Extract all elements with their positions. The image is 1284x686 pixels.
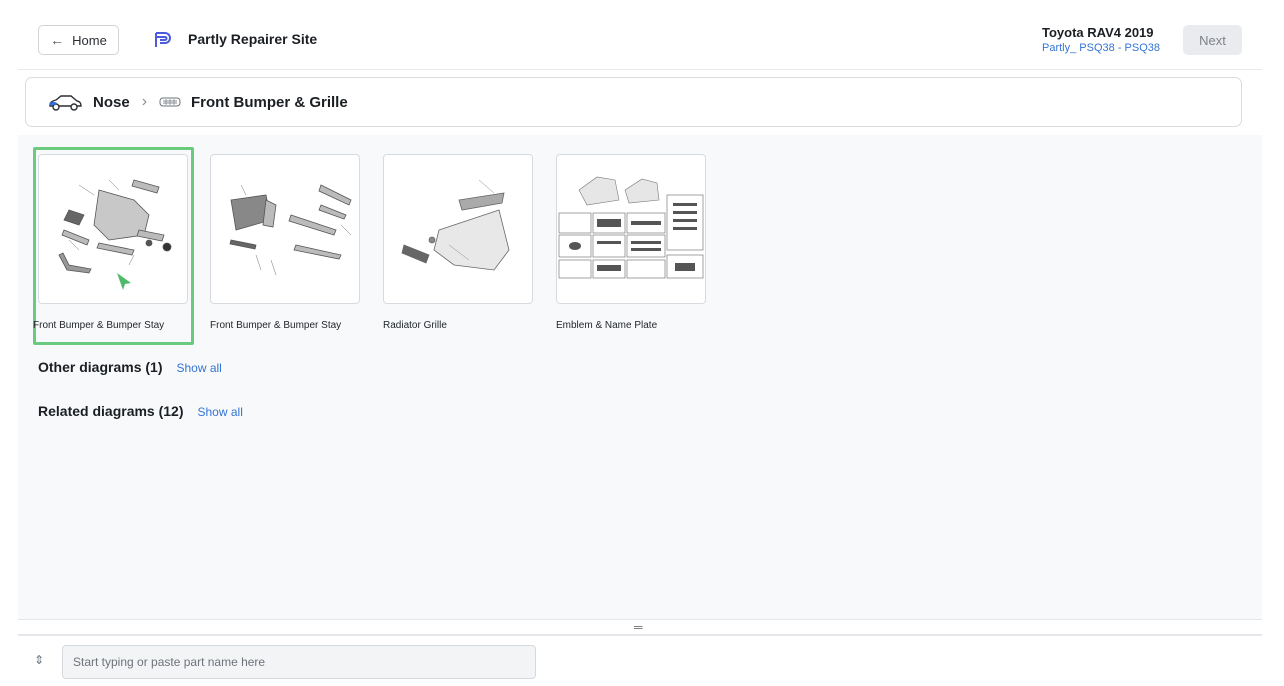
emblem-diagram-image — [558, 176, 704, 279]
expand-collapse-icon[interactable]: ⇕ — [34, 653, 44, 667]
arrow-left-icon: ← — [50, 32, 65, 48]
grille-icon — [159, 97, 181, 107]
partly-logo-icon — [155, 32, 171, 47]
bumper-stay-diagram-image — [229, 184, 352, 276]
divider — [18, 634, 1262, 636]
car-icon — [48, 95, 82, 111]
bumper-diagram-image — [58, 179, 172, 290]
diagram-label: Front Bumper & Bumper Stay — [33, 320, 165, 331]
diagram-panel: Front Bumper & Bumper Stay Front Bumper … — [18, 135, 1262, 620]
other-diagrams-section: Other diagrams (1) Show all — [38, 359, 222, 375]
diagram-thumbnail — [383, 154, 533, 304]
diagram-thumbnail — [38, 154, 188, 304]
next-button[interactable]: Next — [1183, 25, 1242, 55]
brand-name: Partly Repairer Site — [188, 31, 318, 47]
breadcrumb: Nose › Front Bumper & Grille — [25, 77, 1242, 127]
other-diagrams-title: Other diagrams (1) — [38, 359, 163, 375]
diagram-card[interactable]: Front Bumper & Bumper Stay — [33, 154, 191, 331]
chevron-right-icon: › — [141, 93, 148, 110]
related-diagrams-section: Related diagrams (12) Show all — [38, 403, 243, 419]
diagram-card[interactable]: Emblem & Name Plate — [556, 154, 709, 331]
diagram-card[interactable]: Front Bumper & Bumper Stay — [210, 154, 363, 331]
brand: Partly Repairer Site — [154, 29, 317, 49]
panel-resize-handle[interactable]: ═ — [0, 619, 1284, 635]
vehicle-subtitle[interactable]: Partly_ PSQ38 - PSQ38 — [1042, 42, 1160, 54]
related-diagrams-title: Related diagrams (12) — [38, 403, 184, 419]
diagram-card[interactable]: Radiator Grille — [383, 154, 536, 331]
breadcrumb-label: Front Bumper & Grille — [191, 93, 348, 111]
diagram-label: Emblem & Name Plate — [556, 320, 658, 331]
breadcrumb-item-nose[interactable]: Nose — [47, 93, 130, 111]
other-diagrams-show-all-link[interactable]: Show all — [176, 361, 221, 375]
diagram-label: Front Bumper & Bumper Stay — [210, 320, 342, 331]
vehicle-title: Toyota RAV4 2019 — [1042, 25, 1154, 40]
diagram-thumbnail — [210, 154, 360, 304]
search-bar: ⇕ — [0, 645, 1284, 679]
related-diagrams-show-all-link[interactable]: Show all — [198, 405, 243, 419]
vehicle-info: Toyota RAV4 2019 Partly_ PSQ38 - PSQ38 — [1042, 25, 1160, 54]
breadcrumb-item-front-bumper[interactable]: Front Bumper & Grille — [159, 94, 348, 111]
part-search-input[interactable] — [62, 645, 536, 679]
diagram-label: Radiator Grille — [383, 320, 447, 331]
radiator-grille-diagram-image — [401, 179, 510, 271]
breadcrumb-label: Nose — [93, 93, 130, 111]
home-button[interactable]: ← Home — [38, 25, 119, 55]
grip-icon[interactable]: ═ — [634, 621, 643, 633]
home-button-label: Home — [72, 32, 107, 48]
diagram-thumbnail — [556, 154, 706, 304]
top-header: ← Home Partly Repairer Site Toyota RAV4 … — [18, 0, 1262, 70]
